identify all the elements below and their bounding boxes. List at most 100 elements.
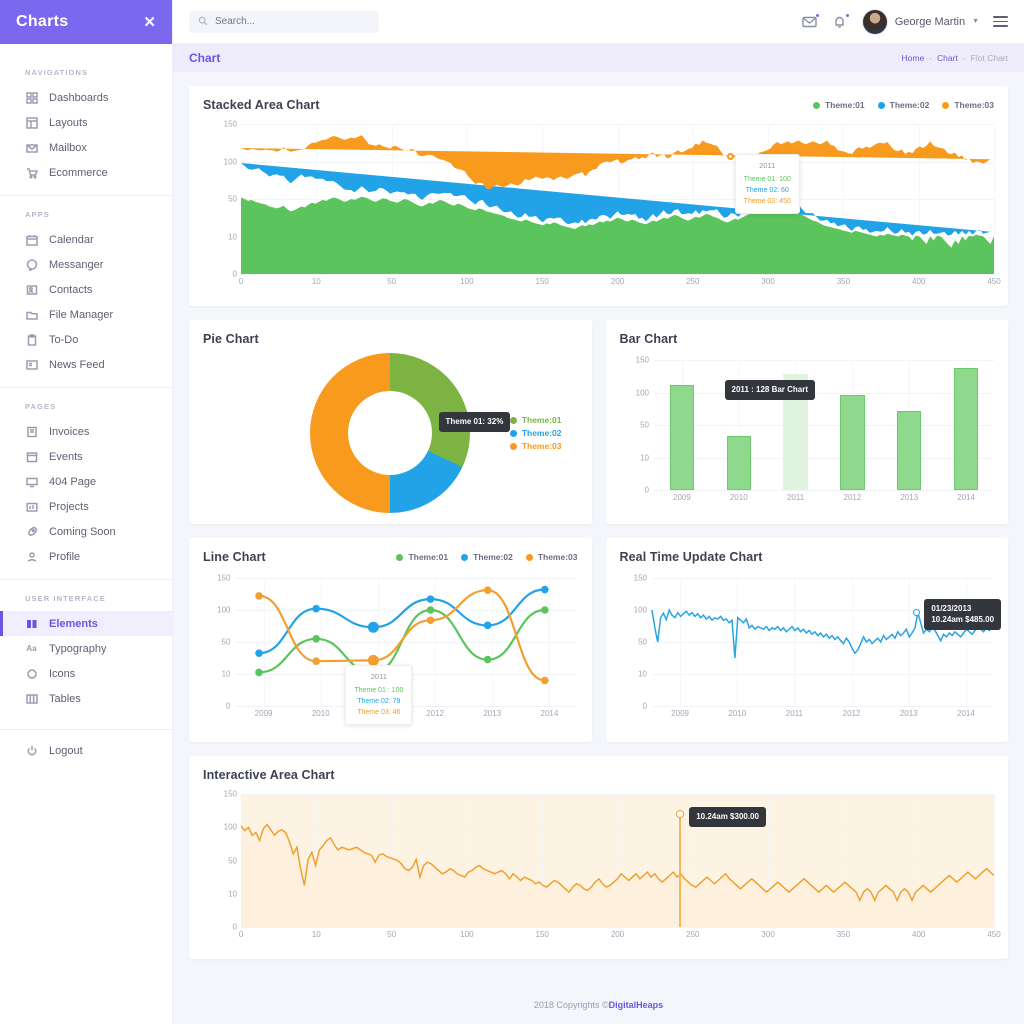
footer-brand[interactable]: DigitalHeaps — [609, 1000, 664, 1010]
legend-swatch-2 — [461, 554, 468, 561]
legend-item[interactable]: Theme:02 — [461, 552, 513, 562]
sidebar-item-logout[interactable]: Logout — [0, 738, 172, 763]
sidebar-nav: NAVIGATIONS Dashboards Layouts Mailbox E… — [0, 44, 172, 1024]
monitor-icon — [25, 475, 38, 488]
envelope-icon — [25, 141, 38, 154]
legend-item[interactable]: Theme:01 — [396, 552, 448, 562]
bar[interactable] — [670, 385, 694, 490]
sidebar-item-label: Messanger — [49, 259, 103, 271]
x-axis-tick: 150 — [536, 277, 549, 286]
sidebar-item-contacts[interactable]: Contacts — [0, 277, 172, 302]
sidebar-item-events[interactable]: Events — [0, 444, 172, 469]
close-icon[interactable]: ✕ — [143, 15, 156, 30]
x-axis-tick: 50 — [387, 930, 396, 939]
sidebar-item-label: Contacts — [49, 284, 92, 296]
calendar-icon — [25, 233, 38, 246]
grid-line — [241, 274, 994, 275]
breadcrumb-chart[interactable]: Chart — [937, 53, 958, 63]
search-input[interactable] — [215, 16, 370, 27]
legend-item[interactable]: Theme:03 — [510, 441, 562, 451]
bell-icon[interactable] — [832, 14, 848, 30]
sidebar-item-profile[interactable]: Profile — [0, 544, 172, 569]
interactive-area-plot[interactable]: 0105010015001050100150200250300350400450… — [203, 794, 994, 927]
tooltip-line: Theme 01: 32% — [446, 416, 504, 428]
user-menu[interactable]: George Martin ▼ — [862, 9, 979, 35]
x-axis-tick: 2013 — [483, 709, 501, 718]
x-axis-tick: 350 — [837, 277, 850, 286]
x-axis-tick: 300 — [761, 930, 774, 939]
card-header: Real Time Update Chart — [620, 550, 995, 564]
sidebar-item-mailbox[interactable]: Mailbox — [0, 135, 172, 160]
y-axis-tick: 150 — [636, 356, 649, 365]
sidebar-item-label: Projects — [49, 501, 89, 513]
realtime-plot[interactable]: 0105010015020092010201120122013201401/23… — [620, 578, 995, 706]
sidebar-item-dashboards[interactable]: Dashboards — [0, 85, 172, 110]
x-axis-tick: 150 — [536, 930, 549, 939]
legend-item[interactable]: Theme:02 — [510, 428, 562, 438]
legend-item[interactable]: Theme:03 — [942, 100, 994, 110]
legend-swatch — [510, 417, 517, 424]
x-axis-tick: 0 — [239, 930, 243, 939]
legend-swatch-1 — [396, 554, 403, 561]
x-axis-tick: 2012 — [426, 709, 444, 718]
y-axis-tick: 150 — [224, 790, 237, 799]
card-header: Interactive Area Chart — [203, 768, 994, 782]
x-axis-tick: 2010 — [312, 709, 330, 718]
cart-icon — [25, 166, 38, 179]
sidebar-item-tables[interactable]: Tables — [0, 686, 172, 711]
x-axis-tick: 250 — [686, 277, 699, 286]
card-title: Real Time Update Chart — [620, 550, 763, 564]
sidebar-item-calendar[interactable]: Calendar — [0, 227, 172, 252]
legend-item[interactable]: Theme:01 — [813, 100, 865, 110]
donut-chart[interactable] — [310, 353, 470, 513]
card-header: Pie Chart — [203, 332, 578, 346]
sidebar-item-invoices[interactable]: Invoices — [0, 419, 172, 444]
bar[interactable] — [897, 411, 921, 490]
sidebar-item-to-do[interactable]: To-Do — [0, 327, 172, 352]
pie-plot[interactable]: Theme:01 Theme:02 Theme:03 Theme 01: 32% — [203, 352, 578, 514]
mail-icon[interactable] — [802, 14, 818, 30]
breadcrumb-separator: - — [929, 53, 932, 63]
chart-hover-point — [727, 153, 734, 160]
row-line-realtime: Line Chart Theme:01 Theme:02 Theme:03 01… — [189, 538, 1008, 742]
sidebar-item-label: File Manager — [49, 309, 113, 321]
hamburger-icon[interactable] — [993, 16, 1008, 26]
search-icon — [198, 15, 208, 29]
sidebar-item-icons[interactable]: Icons — [0, 661, 172, 686]
sidebar-item-messanger[interactable]: Messanger — [0, 252, 172, 277]
tooltip-title: 2011 — [354, 671, 403, 683]
bar-plot[interactable]: 010501001502009201020112012201320142011 … — [620, 360, 995, 490]
page-title: Chart — [189, 51, 220, 65]
sidebar-item-404-page[interactable]: 404 Page — [0, 469, 172, 494]
typography-icon: Aa — [25, 642, 38, 655]
sidebar-item-news-feed[interactable]: News Feed — [0, 352, 172, 377]
grid-line — [654, 458, 995, 459]
breadcrumb-home[interactable]: Home — [902, 53, 925, 63]
x-axis-tick: 2014 — [541, 709, 559, 718]
tooltip-line: Theme 03: 450 — [744, 196, 791, 207]
sidebar-item-ecommerce[interactable]: Ecommerce — [0, 160, 172, 185]
sidebar-item-typography[interactable]: Aa Typography — [0, 636, 172, 661]
bar[interactable] — [840, 395, 864, 490]
x-axis: 01050100150200250300350400450 — [203, 277, 994, 289]
sidebar-item-projects[interactable]: Projects — [0, 494, 172, 519]
sidebar-item-layouts[interactable]: Layouts — [0, 110, 172, 135]
stacked-area-plot[interactable]: 0105010015001050100150200250300350400450… — [203, 124, 994, 274]
sidebar-item-coming-soon[interactable]: Coming Soon — [0, 519, 172, 544]
bar[interactable] — [954, 368, 978, 490]
legend-item[interactable]: Theme:01 — [510, 415, 562, 425]
search-box[interactable] — [189, 11, 379, 33]
bar[interactable] — [727, 436, 751, 490]
sidebar-item-label: Tables — [49, 693, 81, 705]
mail-badge — [815, 13, 820, 18]
line-plot[interactable]: 010501001502009201020112012201320142011T… — [203, 578, 578, 706]
legend-item[interactable]: Theme:02 — [878, 100, 930, 110]
y-axis-tick: 50 — [228, 195, 237, 204]
grid-line — [654, 490, 995, 491]
legend-item[interactable]: Theme:03 — [526, 552, 578, 562]
legend-label: Theme:02 — [473, 552, 513, 562]
sidebar-item-label: 404 Page — [49, 476, 96, 488]
sidebar-item-elements[interactable]: Elements — [0, 611, 172, 636]
sidebar-item-file-manager[interactable]: File Manager — [0, 302, 172, 327]
circle-icon — [25, 667, 38, 680]
